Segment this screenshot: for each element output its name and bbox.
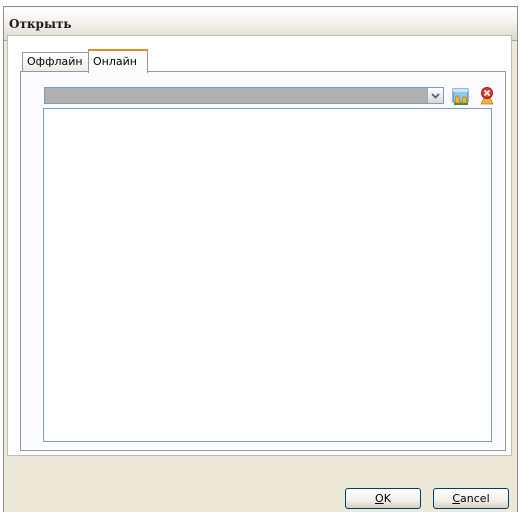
tab-online[interactable]: Онлайн [88,49,148,73]
tab-offline[interactable]: Оффлайн [22,52,89,72]
cancel-button[interactable]: Cancel [433,488,509,509]
open-map-button[interactable] [451,86,471,106]
map-list[interactable] [43,108,492,442]
address-combobox[interactable] [44,87,444,104]
delete-map-button[interactable] [477,86,497,106]
map-open-icon [452,88,469,105]
delete-pin-icon [480,87,494,105]
window-title: Открыть [9,17,72,31]
ok-button[interactable]: OK [345,488,421,509]
dropdown-button[interactable] [427,88,443,103]
chevron-down-icon [431,92,440,99]
